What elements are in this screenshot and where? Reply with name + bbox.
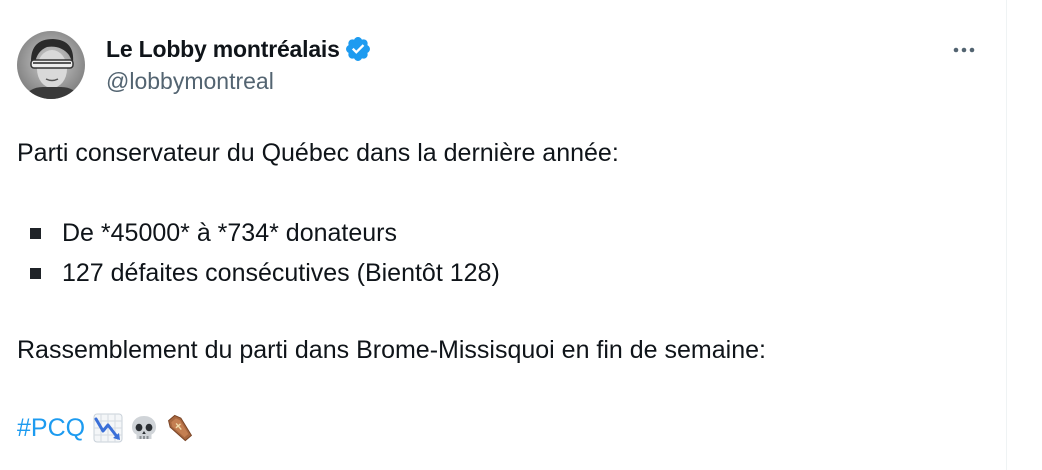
hashtag-row: #PCQ <box>17 413 201 443</box>
chart-decreasing-icon <box>93 413 123 443</box>
more-options-button[interactable] <box>950 38 978 62</box>
bullet-square-icon <box>30 227 41 239</box>
skull-icon <box>132 416 157 439</box>
tweet-card: Le Lobby montréalais @lobbymontreal Part… <box>0 0 1042 470</box>
bullet-list: De *45000* à *734* donateurs 127 défaite… <box>30 213 500 293</box>
list-item: 127 défaites consécutives (Bientôt 128) <box>30 253 500 293</box>
hashtag-link[interactable]: #PCQ <box>17 414 85 443</box>
column-divider <box>1006 0 1007 470</box>
name-row: Le Lobby montréalais <box>106 34 372 64</box>
handle[interactable]: @lobbymontreal <box>106 68 372 95</box>
list-item: De *45000* à *734* donateurs <box>30 213 500 253</box>
avatar[interactable] <box>17 31 85 99</box>
coffin-icon <box>168 414 193 442</box>
tweet-intro-text: Parti conservateur du Québec dans la der… <box>17 139 619 167</box>
more-horizontal-icon <box>953 47 975 53</box>
avatar-image <box>17 31 85 99</box>
display-name[interactable]: Le Lobby montréalais <box>106 36 340 63</box>
bullet-text: De *45000* à *734* donateurs <box>62 218 397 247</box>
bullet-square-icon <box>30 267 41 279</box>
tweet-header: Le Lobby montréalais @lobbymontreal <box>106 34 372 95</box>
bullet-text: 127 défaites consécutives (Bientôt 128) <box>62 258 500 287</box>
verified-badge-icon <box>345 37 370 61</box>
tweet-rally-text: Rassemblement du parti dans Brome-Missis… <box>17 336 766 364</box>
